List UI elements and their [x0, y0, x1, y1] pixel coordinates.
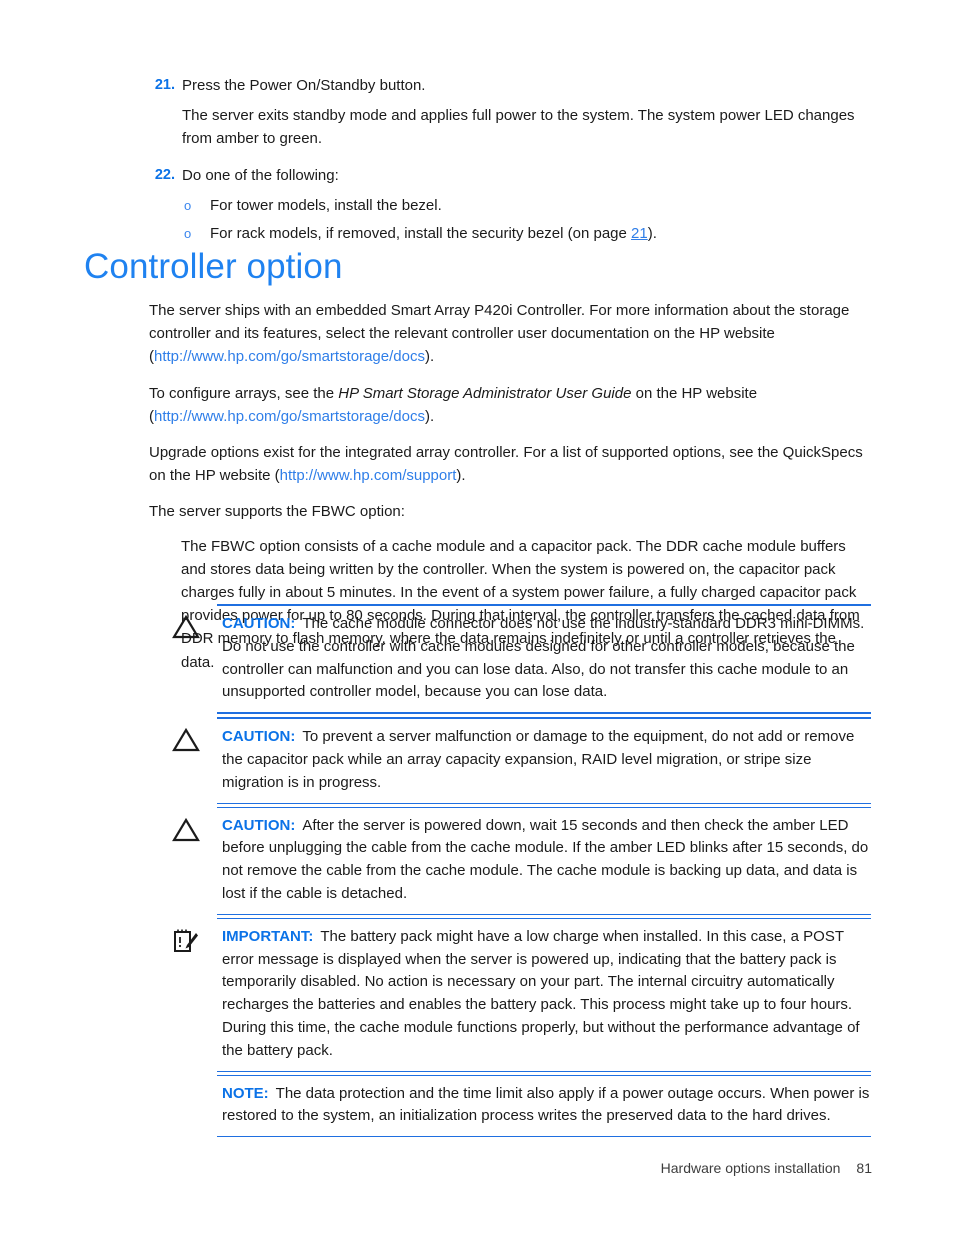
paragraph-fbwc-lead: The server supports the FBWC option:: [149, 503, 405, 521]
admonition-text: The data protection and the time limit a…: [222, 1084, 870, 1125]
admonition-stack: CAUTION: The cache module connector does …: [149, 604, 871, 1138]
step-text: Press the Power On/Standby button.: [182, 77, 426, 94]
admonition-note: NOTE: The data protection and the time li…: [149, 1074, 871, 1138]
paragraph-configure-arrays: To configure arrays, see the HP Smart St…: [149, 382, 871, 428]
admonition-text: The cache module connector does not use …: [222, 615, 865, 701]
important-notepad-icon: [171, 928, 201, 956]
step-number: 22.: [154, 167, 175, 183]
caution-triangle-icon: [171, 614, 201, 642]
admonition-text-block: IMPORTANT: The battery pack might have a …: [222, 926, 871, 1063]
step-text: Do one of the following:: [182, 167, 339, 184]
paragraph-text: To configure arrays, see the: [149, 384, 339, 402]
paragraph-controller-intro: The server ships with an embedded Smart …: [149, 299, 871, 369]
admonition-caution: CAUTION: The cache module connector does …: [149, 604, 871, 715]
bullet-icon: o: [184, 226, 192, 241]
paragraph-text-suffix: ).: [424, 348, 435, 366]
list-item: 21. Press the Power On/Standby button. T…: [149, 74, 871, 150]
caution-triangle-icon: [171, 727, 201, 755]
step-body-text: The server exits standby mode and applie…: [182, 107, 855, 147]
admonition-text-block: CAUTION: After the server is powered down…: [222, 815, 871, 906]
admonition-text: The battery pack might have a low charge…: [222, 927, 860, 1059]
admonition-text-block: NOTE: The data protection and the time li…: [222, 1083, 871, 1129]
bullet-icon: o: [184, 198, 192, 213]
admonition-label: CAUTION:: [222, 728, 296, 746]
page-title: Controller option: [84, 247, 343, 286]
admonition-text: After the server is powered down, wait 1…: [222, 816, 869, 902]
admonition-label: CAUTION:: [222, 615, 296, 632]
admonition-text-block: CAUTION: The cache module connector does …: [222, 613, 871, 704]
admonition-body: CAUTION: After the server is powered down…: [217, 806, 871, 915]
guide-title-italic: HP Smart Storage Administrator User Guid…: [338, 384, 632, 402]
document-page: 21. Press the Power On/Standby button. T…: [0, 0, 954, 1235]
sub-item-label-suffix: ).: [647, 225, 657, 242]
sub-item-label: For tower models, install the bezel.: [210, 197, 442, 214]
footer-section-title: Hardware options installation: [660, 1160, 841, 1176]
paragraph-text: Upgrade options exist for the integrated…: [149, 444, 863, 485]
admonition-text: To prevent a server malfunction or damag…: [222, 728, 855, 791]
smartstorage-docs-link[interactable]: http://www.hp.com/go/smartstorage/docs: [154, 348, 425, 365]
step-number: 21.: [154, 77, 175, 93]
smartstorage-docs-link[interactable]: http://www.hp.com/go/smartstorage/docs: [154, 408, 425, 425]
admonition-label: CAUTION:: [222, 816, 296, 834]
paragraph-text-suffix: ).: [456, 467, 466, 485]
admonition-body: CAUTION: The cache module connector does …: [217, 604, 871, 715]
list-item: o For tower models, install the bezel.: [182, 194, 871, 217]
page-footer: Hardware options installation 81: [661, 1158, 872, 1178]
page-cross-reference-link[interactable]: 21: [631, 225, 648, 242]
admonition-body: CAUTION: To prevent a server malfunction …: [217, 717, 871, 804]
list-item: 22. Do one of the following: o For tower…: [149, 164, 871, 245]
admonition-caution: CAUTION: To prevent a server malfunction …: [149, 717, 871, 804]
admonition-label: NOTE:: [222, 1084, 269, 1102]
hp-support-link[interactable]: http://www.hp.com/support: [280, 467, 457, 484]
paragraph-upgrade-options: Upgrade options exist for the integrated…: [149, 441, 871, 487]
admonition-important: IMPORTANT: The battery pack might have a …: [149, 917, 871, 1072]
numbered-step-list: 21. Press the Power On/Standby button. T…: [149, 74, 871, 250]
admonition-text-block: CAUTION: To prevent a server malfunction …: [222, 726, 871, 794]
footer-page-number: 81: [856, 1160, 872, 1176]
admonition-label: IMPORTANT:: [222, 927, 314, 945]
sub-item-label: For rack models, if removed, install the…: [210, 225, 632, 242]
caution-triangle-icon: [171, 817, 201, 845]
admonition-body: NOTE: The data protection and the time li…: [217, 1074, 871, 1138]
admonition-caution: CAUTION: After the server is powered down…: [149, 806, 871, 915]
paragraph-text-suffix: ).: [424, 407, 435, 425]
list-item: o For rack models, if removed, install th…: [182, 222, 871, 245]
sub-list: o For tower models, install the bezel. o…: [182, 194, 871, 245]
admonition-body: IMPORTANT: The battery pack might have a …: [217, 917, 871, 1072]
